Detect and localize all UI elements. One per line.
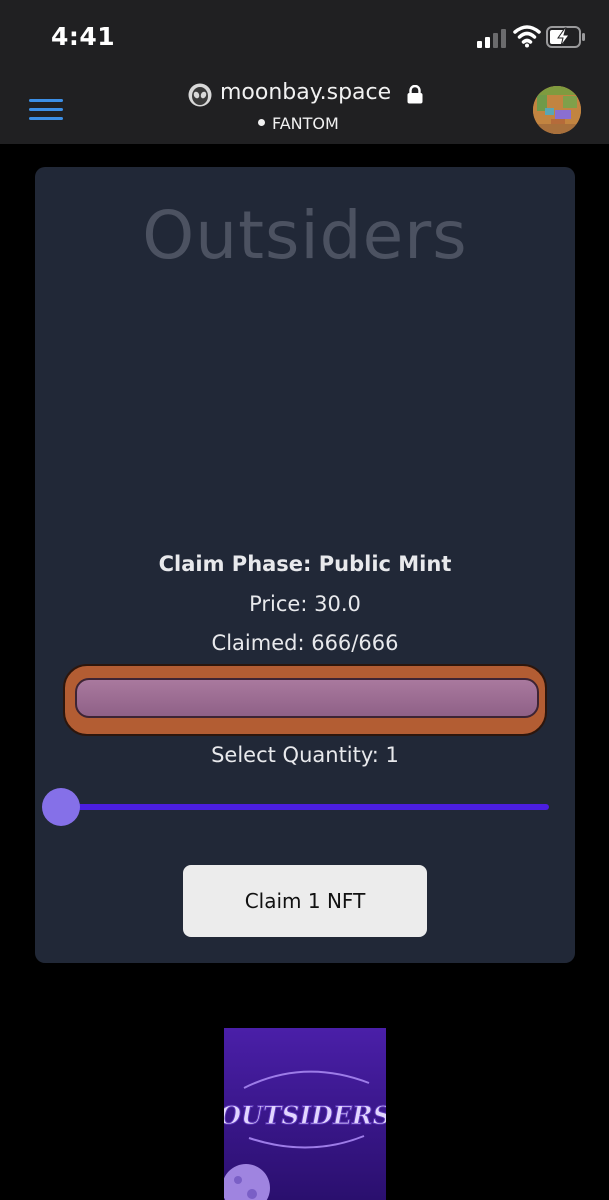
site-url[interactable]: moonbay.space <box>220 80 391 105</box>
claimed-count-text: Claimed: 666/666 <box>211 631 399 655</box>
hamburger-menu-icon[interactable] <box>29 99 63 121</box>
cellular-signal-icon <box>477 29 506 48</box>
network-indicator: FANTOM <box>258 114 339 133</box>
quantity-slider-thumb[interactable] <box>42 788 80 826</box>
claim-nft-button[interactable]: Claim 1 NFT <box>183 865 427 937</box>
claim-progress-bar <box>63 664 547 736</box>
network-name: FANTOM <box>272 114 339 133</box>
outsiders-logo-image: OUTSIDERS <box>224 1028 386 1200</box>
pixel-avatar-image <box>533 86 581 134</box>
quantity-label: Select Quantity: 1 <box>211 743 399 767</box>
claim-phase-text: Claim Phase: Public Mint <box>158 552 452 576</box>
battery-charging-icon <box>546 26 585 48</box>
collection-title: Outsiders <box>142 197 468 274</box>
quantity-slider[interactable] <box>61 804 549 810</box>
collection-image: OUTSIDERS <box>224 1028 386 1200</box>
outsiders-logo-text: OUTSIDERS <box>224 1101 386 1130</box>
site-favicon-icon <box>188 83 212 107</box>
status-bar: 4:41 <box>0 0 609 70</box>
claim-progress-fill <box>75 678 539 718</box>
lock-icon <box>407 85 423 104</box>
status-time: 4:41 <box>51 22 116 51</box>
wifi-icon <box>513 25 541 48</box>
price-text: Price: 30.0 <box>249 592 361 616</box>
network-status-dot <box>258 119 265 126</box>
wallet-avatar[interactable] <box>533 86 581 134</box>
